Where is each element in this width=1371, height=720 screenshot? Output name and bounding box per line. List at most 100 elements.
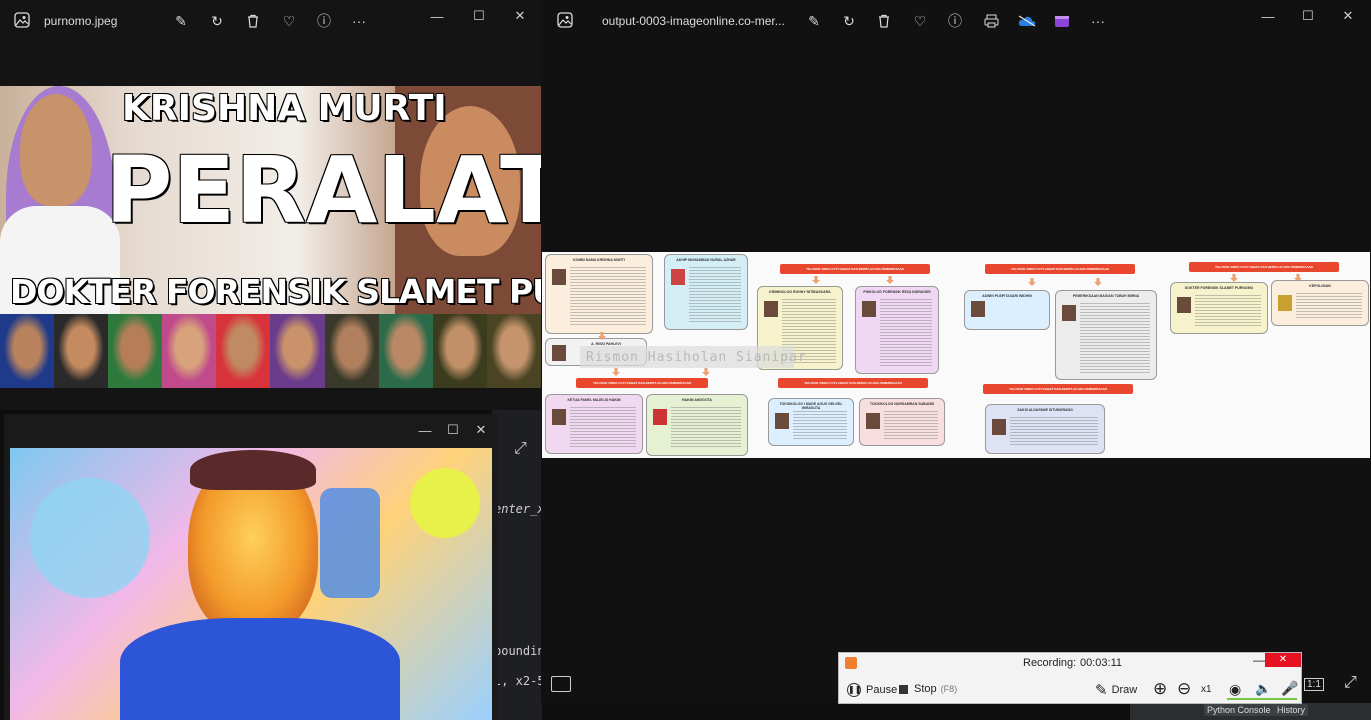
speaker-icon[interactable]: 🔈	[1255, 681, 1271, 697]
onedrive-cloud-icon[interactable]	[1018, 12, 1036, 30]
close-button[interactable]: ✕	[1337, 6, 1359, 26]
mindmap-box-title: SAKSI ALDAPANE SITUMORANG	[1017, 408, 1073, 412]
history-tab[interactable]: History	[1274, 704, 1309, 716]
mindmap-box: KETUA PANEL MAJELIS HAKIM	[545, 394, 643, 454]
face-thumbnail	[0, 314, 55, 388]
edit-image-icon[interactable]: ✎	[805, 12, 823, 30]
mindmap-photo	[775, 413, 789, 429]
favorite-heart-icon[interactable]: ♡	[280, 12, 298, 30]
mindmap-box-title: HAKIM ANGGOTA	[682, 398, 712, 402]
close-button[interactable]: ✕	[470, 420, 492, 440]
mindmap-photo	[653, 409, 667, 425]
mindmap-text-lines	[880, 299, 932, 367]
clipchamp-video-icon[interactable]	[1053, 12, 1071, 30]
mindmap-text-lines	[671, 407, 741, 449]
maximize-button[interactable]: ☐	[1297, 6, 1319, 26]
mindmap-red-label-text: TELUSUR VIDEO CCTV HEBAT DAN BERITA ACAR…	[806, 267, 904, 271]
background-shape	[320, 488, 380, 598]
webcam-window: — ☐ ✕	[4, 414, 498, 720]
filmstrip-toggle-icon[interactable]	[551, 676, 571, 692]
pause-button[interactable]: ❚❚ Pause	[847, 683, 897, 697]
mindmap-red-label: TELUSUR VIDEO CCTV HEBAT DAN BERITA ACAR…	[983, 384, 1133, 394]
python-console-tab[interactable]: Python Console	[1204, 704, 1274, 716]
zoom-out-icon[interactable]: ⊖	[1177, 679, 1191, 699]
mindmap-text-lines	[884, 411, 938, 439]
face-thumbnail	[486, 314, 541, 388]
microphone-icon[interactable]: 🎤	[1281, 680, 1298, 697]
minimize-button[interactable]: —	[414, 420, 436, 440]
minimize-button[interactable]: —	[426, 6, 448, 26]
draw-label: Draw	[1111, 684, 1138, 696]
mindmap-text-lines	[1010, 417, 1098, 447]
mindmap-arrow	[1028, 278, 1036, 286]
recorder-minimize-button[interactable]: —	[1253, 653, 1265, 667]
pen-icon: ✎	[1095, 682, 1108, 699]
actual-size-icon[interactable]: 1:1	[1304, 678, 1324, 691]
info-icon[interactable]: ⓘ	[946, 12, 964, 30]
mindmap-red-label: TELUSUR VIDEO CCTV HEBAT DAN BERITA ACAR…	[576, 378, 708, 388]
faces-row	[0, 314, 541, 388]
photos-window-left: purnomo.jpeg ✎ ↻ ♡ ⓘ ··· — ☐ ✕ KRISHNA M…	[0, 0, 541, 410]
mindmap-photo	[764, 301, 778, 317]
expand-editor-icon[interactable]: ⤢	[514, 440, 527, 458]
mindmap-box: PSIKOLOG FORENSIK REZA INDRAGIRI	[855, 286, 939, 374]
photos-window-right: output-0003-imageonline.co-mer... ✎ ↻ ♡ …	[541, 0, 1371, 703]
close-button[interactable]: ✕	[509, 6, 531, 26]
mindmap-red-label-text: TELUSUR VIDEO CCTV HEBAT DAN BERITA ACAR…	[1009, 387, 1107, 391]
fullscreen-icon[interactable]: ⤢	[1344, 674, 1357, 692]
mindmap-text-lines	[689, 267, 741, 323]
watermark-text: Rismon Hasiholan Sianipar	[586, 350, 807, 365]
more-options-icon[interactable]: ···	[350, 12, 368, 30]
code-fragment: boundin	[494, 644, 545, 658]
mindmap-photo	[552, 409, 566, 425]
edit-image-icon[interactable]: ✎	[172, 12, 190, 30]
maximize-button[interactable]: ☐	[442, 420, 464, 440]
recorder-close-button[interactable]: ✕	[1265, 653, 1301, 667]
photos-app-icon[interactable]	[557, 12, 573, 33]
stop-button[interactable]: Stop (F8)	[899, 683, 957, 695]
mindmap-box-title: DOKTER FORENSIK SLAMET PURNOMO	[1184, 286, 1254, 290]
delete-icon[interactable]	[244, 12, 262, 30]
maximize-button[interactable]: ☐	[468, 6, 490, 26]
face-thumbnail	[54, 314, 109, 388]
mindmap-red-label: TELUSUR VIDEO CCTV HEBAT DAN BERITA ACAR…	[780, 264, 930, 274]
mindmap-arrow	[702, 368, 710, 376]
man-left-face	[20, 94, 92, 206]
mindmap-arrow	[1094, 278, 1102, 286]
print-icon[interactable]	[982, 12, 1000, 30]
mindmap-text-lines	[570, 267, 646, 327]
mindmap-text-lines	[793, 411, 847, 439]
face-thumbnail	[216, 314, 271, 388]
draw-button[interactable]: ✎ Draw	[1095, 681, 1137, 699]
face-thumbnail	[162, 314, 217, 388]
code-fragment: enter_x	[494, 502, 545, 516]
mindmap-image: KOMBI NAMA KRISHNA MURTI AKHIP MUHAMMAD …	[542, 252, 1370, 458]
photos-app-icon[interactable]	[14, 12, 30, 33]
mindmap-red-label-text: TELUSUR VIDEO CCTV HEBAT DAN BERITA ACAR…	[804, 381, 902, 385]
delete-icon[interactable]	[875, 12, 893, 30]
mindmap-box-title: KEPOLISIAN	[1309, 284, 1331, 288]
mindmap-red-label: TELUSUR VIDEO CCTV HEBAT DAN BERITA ACAR…	[778, 378, 928, 388]
mindmap-photo	[1278, 295, 1292, 311]
mindmap-box: TOKSIKOLOG I MADE AGUS GELGEL WIRASUTA	[768, 398, 854, 446]
mindmap-photo	[671, 269, 685, 285]
rotate-icon[interactable]: ↻	[840, 12, 858, 30]
face-thumbnail	[432, 314, 487, 388]
minimize-button[interactable]: —	[1257, 6, 1279, 26]
mindmap-box-title: PSIKOLOG FORENSIK REZA INDRAGIRI	[863, 290, 931, 294]
info-icon[interactable]: ⓘ	[315, 12, 333, 30]
face-thumbnail	[108, 314, 163, 388]
person-hair	[190, 450, 316, 490]
more-options-icon[interactable]: ···	[1089, 12, 1107, 30]
face-thumbnail	[324, 314, 379, 388]
mindmap-text-lines	[570, 407, 636, 447]
background-shape	[410, 468, 480, 538]
rotate-icon[interactable]: ↻	[208, 12, 226, 30]
mindmap-box: KEPOLISIAN	[1271, 280, 1369, 326]
stop-label: Stop	[914, 683, 937, 695]
mindmap-arrow	[612, 368, 620, 376]
webcam-icon[interactable]: ◉	[1229, 681, 1241, 698]
favorite-heart-icon[interactable]: ♡	[911, 12, 929, 30]
zoom-in-icon[interactable]: ⊕	[1153, 679, 1167, 699]
mindmap-photo	[1062, 305, 1076, 321]
